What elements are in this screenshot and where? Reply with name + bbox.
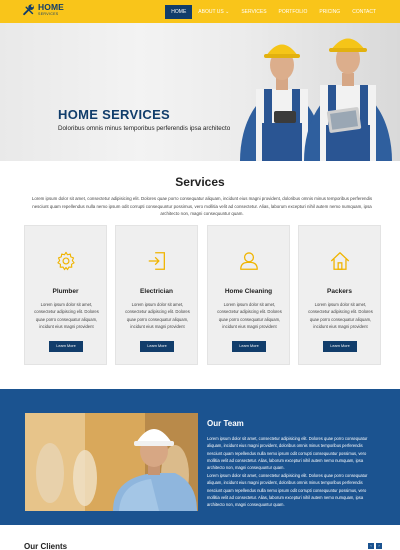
service-name: Electrician [140, 288, 173, 295]
menu-services[interactable]: SERVICES [235, 5, 272, 19]
service-card-home-cleaning: Home Cleaning Lorem ipsum dolor sit amet… [207, 225, 290, 365]
wrench-icon [23, 4, 34, 16]
learn-more-button[interactable]: Learn More [49, 341, 83, 352]
login-icon [148, 252, 165, 270]
team-heading: Our Team [207, 419, 244, 428]
menu-pricing[interactable]: PRICING [313, 5, 346, 19]
clients-next-button[interactable]: › [376, 543, 382, 549]
learn-more-button[interactable]: Learn More [140, 341, 174, 352]
service-description: Lorem ipsum dolor sit amet, consectetur … [308, 302, 373, 329]
clients-heading: Our Clients [24, 542, 68, 550]
hero-banner: HOME SERVICES Doloribus omnis minus temp… [0, 23, 400, 161]
service-card-electrician: Electrician Lorem ipsum dolor sit amet, … [115, 225, 198, 365]
top-navbar: HOME SERVICES HOME ABOUT US ⌄ SERVICES P… [0, 0, 400, 23]
menu-contact[interactable]: CONTACT [346, 5, 382, 19]
menu-portfolio[interactable]: PORTFOLIO [273, 5, 314, 19]
service-name: Packers [327, 288, 352, 295]
main-menu: HOME ABOUT US ⌄ SERVICES PORTFOLIO PRICI… [165, 5, 382, 19]
service-name: Plumber [52, 288, 79, 295]
home-icon [330, 252, 350, 270]
site-logo[interactable]: HOME SERVICES [22, 3, 64, 17]
service-description: Lorem ipsum dolor sit amet, consectetur … [217, 302, 282, 329]
hero-title: HOME SERVICES [58, 107, 171, 122]
hero-subtitle: Doloribus omnis minus temporibus perfere… [58, 125, 231, 132]
gear-icon [57, 251, 75, 271]
service-name: Home Cleaning [224, 288, 273, 295]
team-paragraph-1: Lorem ipsum dolor sit amet, consectetur … [207, 436, 368, 471]
workers-image [240, 38, 392, 161]
services-intro-text: Lorem ipsum dolor sit amet, consectetur … [31, 196, 373, 216]
logo-title: HOME [38, 2, 64, 13]
services-heading: Services [175, 175, 225, 189]
clients-prev-button[interactable]: ‹ [368, 543, 374, 549]
menu-home[interactable]: HOME [165, 5, 193, 19]
our-team-section: Our Team Lorem ipsum dolor sit amet, con… [0, 389, 400, 525]
learn-more-button[interactable]: Learn More [232, 341, 266, 352]
service-description: Lorem ipsum dolor sit amet, consectetur … [125, 302, 190, 329]
service-card-packers: Packers Lorem ipsum dolor sit amet, cons… [298, 225, 381, 365]
learn-more-button[interactable]: Learn More [323, 341, 357, 352]
service-description: Lorem ipsum dolor sit amet, consectetur … [34, 302, 99, 329]
team-paragraph-2: Lorem ipsum dolor sit amet, consectetur … [207, 473, 368, 508]
service-card-plumber: Plumber Lorem ipsum dolor sit amet, cons… [24, 225, 107, 365]
team-photo [25, 413, 198, 511]
menu-about-us[interactable]: ABOUT US ⌄ [192, 5, 235, 19]
logo-subtitle: SERVICES [38, 11, 59, 16]
user-icon [240, 252, 258, 270]
